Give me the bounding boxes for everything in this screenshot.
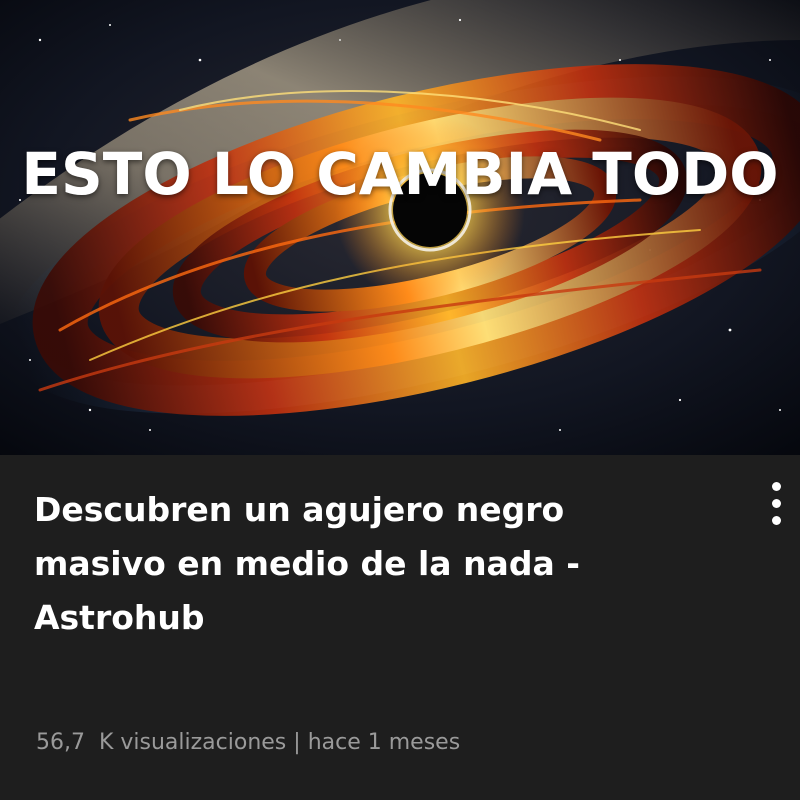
video-metadata: 56,7 K visualizaciones | hace 1 meses [36,730,460,755]
more-vertical-icon-dot-3 [771,515,781,525]
video-info: Descubren un agujero negro masivo en med… [0,455,800,800]
thumbnail-overlay-text: ESTO LO CAMBIA TODO [21,140,779,208]
upload-date: hace 1 meses [307,730,461,755]
video-card: ESTO LO CAMBIA TODO Descubren un agujero… [0,0,800,800]
more-vertical-icon-dot-2 [771,498,781,508]
video-thumbnail[interactable]: ESTO LO CAMBIA TODO [0,0,800,455]
more-options-button[interactable] [756,467,796,539]
video-title[interactable]: Descubren un agujero negro masivo en med… [34,483,694,645]
meta-separator: | [293,730,301,755]
black-hole-image [0,0,800,455]
view-count: 56,7 K visualizaciones [36,730,287,755]
more-vertical-icon [771,481,781,491]
